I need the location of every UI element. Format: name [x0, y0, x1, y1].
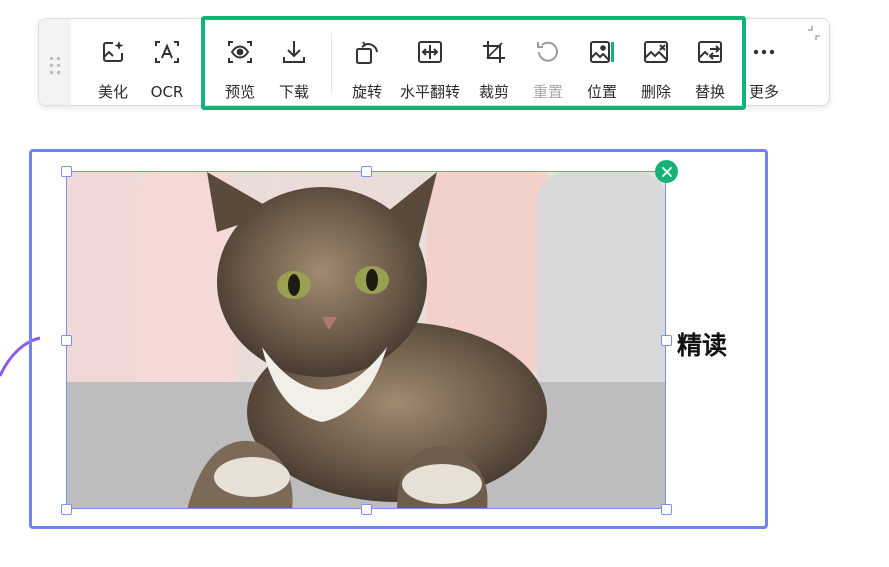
collapse-icon[interactable] [806, 25, 822, 41]
node-label-text: 精读 [677, 331, 728, 360]
resize-handle-right[interactable] [661, 335, 672, 346]
position-icon [587, 37, 617, 67]
drag-grip-icon [48, 55, 62, 75]
ocr-button[interactable]: OCR [139, 19, 195, 105]
crop-button[interactable]: 裁剪 [466, 19, 522, 105]
resize-handle-bottom-left[interactable] [61, 504, 72, 515]
crop-label: 裁剪 [478, 83, 509, 101]
preview-eye-icon [225, 37, 255, 67]
beautify-button[interactable]: 美化 [85, 19, 141, 105]
flip-horizontal-label: 水平翻转 [400, 83, 461, 101]
rotate-label: 旋转 [351, 83, 382, 101]
resize-handle-bottom[interactable] [361, 504, 372, 515]
reset-label: 重置 [532, 83, 563, 101]
replace-button[interactable]: 替换 [682, 19, 738, 105]
download-button[interactable]: 下载 [266, 19, 322, 105]
cat-photo[interactable] [66, 171, 666, 509]
beautify-label: 美化 [97, 83, 128, 101]
position-button[interactable]: 位置 [574, 19, 630, 105]
ocr-label: OCR [150, 83, 184, 101]
rotate-button[interactable]: 旋转 [339, 19, 395, 105]
resize-handle-top[interactable] [361, 166, 372, 177]
preview-button[interactable]: 预览 [212, 19, 268, 105]
rotate-icon [352, 37, 382, 67]
drag-handle[interactable] [39, 19, 71, 105]
replace-label: 替换 [694, 83, 725, 101]
resize-handle-top-left[interactable] [61, 166, 72, 177]
flip-horizontal-icon [415, 37, 445, 67]
close-icon [661, 166, 672, 177]
reset-button[interactable]: 重置 [520, 19, 576, 105]
delete-image-icon [641, 37, 671, 67]
image-toolbar: 美化 OCR 预览 下载 旋转 水平翻转 裁剪 重置 位置 删除 替换 更多 [38, 18, 830, 106]
resize-handle-left[interactable] [61, 335, 72, 346]
crop-icon [479, 37, 509, 67]
flip-horizontal-button[interactable]: 水平翻转 [400, 19, 461, 105]
beautify-icon [98, 37, 128, 67]
replace-icon [695, 37, 725, 67]
preview-label: 预览 [224, 83, 255, 101]
position-label: 位置 [586, 83, 617, 101]
close-button[interactable] [655, 160, 678, 183]
delete-image-label: 删除 [640, 83, 671, 101]
more-button[interactable]: 更多 [736, 19, 792, 105]
download-label: 下载 [278, 83, 309, 101]
delete-image-button[interactable]: 删除 [628, 19, 684, 105]
download-icon [279, 37, 309, 67]
more-label: 更多 [748, 83, 779, 101]
reset-icon [533, 37, 563, 67]
resize-handle-bottom-right[interactable] [661, 504, 672, 515]
toolbar-divider [331, 33, 332, 93]
more-dots-icon [749, 37, 779, 67]
ocr-icon [152, 37, 182, 67]
